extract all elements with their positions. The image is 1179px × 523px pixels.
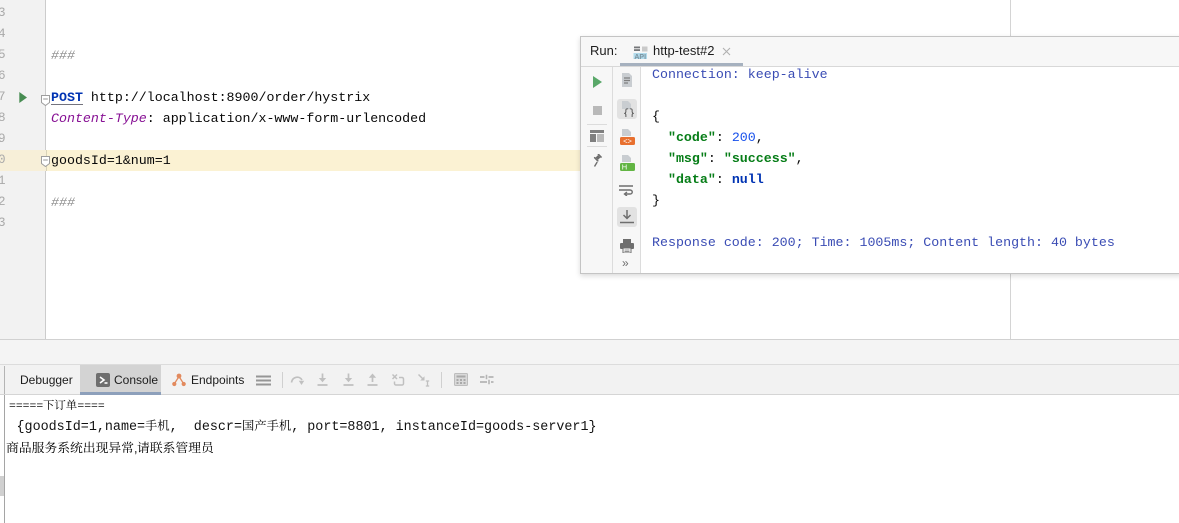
svg-text:{}: {} xyxy=(623,108,635,117)
svg-text:<>: <> xyxy=(623,137,632,146)
svg-text:H: H xyxy=(622,163,627,172)
svg-text:API: API xyxy=(634,54,646,59)
